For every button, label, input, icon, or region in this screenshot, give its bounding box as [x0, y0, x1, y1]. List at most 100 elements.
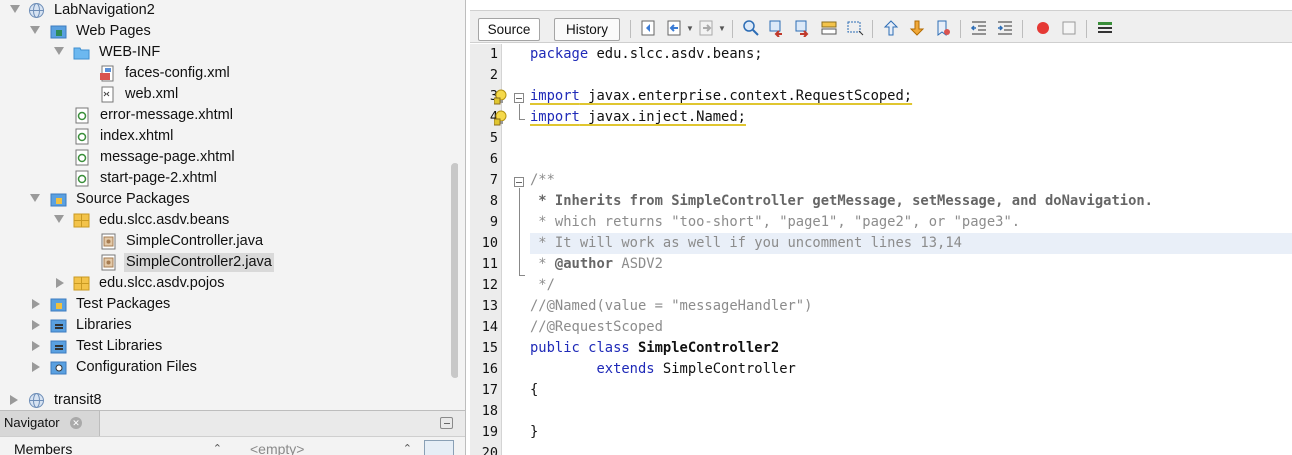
previous-bookmark-icon[interactable]	[882, 19, 900, 37]
tree-node-test-packages[interactable]: Test Packages	[0, 294, 458, 315]
line-number: 13	[481, 298, 498, 314]
navigator-tab-label: Navigator	[4, 415, 60, 430]
expand-arrow-icon[interactable]	[30, 26, 40, 34]
code-line-3: import javax.enterprise.context.RequestS…	[530, 86, 1292, 107]
tree-label: WEB-INF	[99, 44, 161, 60]
collapse-arrow-icon[interactable]	[32, 320, 40, 330]
toolbar-separator	[1022, 20, 1023, 38]
tree-node-message-page[interactable]: message-page.xhtml	[0, 147, 458, 168]
tree-label: Test Packages	[76, 296, 171, 312]
collapse-arrow-icon[interactable]	[32, 341, 40, 351]
package-icon	[73, 276, 90, 291]
tree-scrollbar[interactable]	[451, 163, 458, 378]
code-line-8: * Inherits from SimpleController getMess…	[530, 193, 1153, 209]
expand-arrow-icon[interactable]	[54, 215, 64, 223]
tree-label: SimpleController2.java	[124, 253, 274, 272]
code-line-9: * which returns "too-short", "page1", "p…	[530, 214, 1021, 230]
line-number: 14	[481, 319, 498, 335]
fold-toggle-icon[interactable]	[514, 93, 524, 103]
tree-node-start-page-2[interactable]: start-page-2.xhtml	[0, 168, 458, 189]
tree-node-libraries[interactable]: Libraries	[0, 315, 458, 336]
tree-node-index[interactable]: index.xhtml	[0, 126, 458, 147]
filter-dropdown-value: <empty>	[250, 441, 305, 455]
tree-node-transit8[interactable]: transit8	[0, 390, 458, 410]
tab-source[interactable]: Source	[478, 18, 540, 41]
toggle-highlight-icon[interactable]	[820, 19, 838, 37]
filter-dropdown[interactable]: <empty> ⌃	[238, 439, 418, 455]
line-number: 8	[489, 193, 498, 209]
lightbulb-warning-icon[interactable]	[494, 89, 508, 105]
chevron-down-icon[interactable]: ▼	[686, 24, 694, 33]
find-next-icon[interactable]	[794, 19, 812, 37]
stop-macro-icon[interactable]	[1060, 19, 1078, 37]
next-bookmark-icon[interactable]	[908, 19, 926, 37]
code-keyword: import	[530, 109, 580, 125]
navigator-panel: Navigator ✕ Members ⌃ <empty> ⌃	[0, 410, 465, 455]
toggle-rect-selection-icon[interactable]	[846, 19, 864, 37]
tree-node-simplecontroller2[interactable]: SimpleController2.java	[0, 252, 458, 273]
test-libraries-icon	[50, 340, 67, 354]
expand-arrow-icon[interactable]	[30, 194, 40, 202]
tree-node-test-libraries[interactable]: Test Libraries	[0, 336, 458, 357]
back-icon[interactable]	[666, 19, 684, 37]
tree-label: Configuration Files	[76, 359, 197, 375]
expand-arrow-icon[interactable]	[54, 47, 64, 55]
line-number-gutter: 1 2 3 4 5 6 7 8 9 10 11 12 13 14 15 16 1…	[470, 44, 502, 455]
navigator-options-button[interactable]	[424, 440, 454, 455]
tree-label: faces-config.xml	[125, 65, 230, 81]
chevron-down-icon[interactable]: ▼	[718, 24, 726, 33]
tree-node-web-pages[interactable]: Web Pages	[0, 21, 458, 42]
line-number: 7	[489, 172, 498, 188]
tab-navigator[interactable]: Navigator ✕	[0, 411, 100, 436]
globe-icon	[29, 393, 44, 408]
minimize-icon[interactable]	[440, 417, 453, 429]
collapse-arrow-icon[interactable]	[32, 362, 40, 372]
find-selection-icon[interactable]	[742, 19, 760, 37]
code-keyword: public class	[530, 340, 638, 356]
lightbulb-warning-icon[interactable]	[494, 110, 508, 126]
tree-node-project[interactable]: LabNavigation2	[0, 0, 458, 21]
line-number: 17	[481, 382, 498, 398]
code-area[interactable]: package edu.slcc.asdv.beans; import java…	[530, 44, 1292, 455]
tree-node-error-message[interactable]: error-message.xhtml	[0, 105, 458, 126]
tab-history[interactable]: History	[554, 18, 620, 41]
code-line-13: //@Named(value = "messageHandler")	[530, 298, 813, 314]
toggle-bookmark-icon[interactable]	[934, 19, 952, 37]
tree-label: web.xml	[125, 86, 179, 102]
tree-node-web-inf[interactable]: WEB-INF	[0, 42, 458, 63]
tree-node-beans-package[interactable]: edu.slcc.asdv.beans	[0, 210, 458, 231]
collapse-arrow-icon[interactable]	[56, 278, 64, 288]
fold-toggle-icon[interactable]	[514, 177, 524, 187]
toolbar-separator	[872, 20, 873, 38]
navigator-toolbar: Members ⌃ <empty> ⌃	[0, 436, 465, 455]
chevron-updown-icon: ⌃	[212, 443, 222, 455]
start-macro-icon[interactable]	[1034, 19, 1052, 37]
tree-node-configuration-files[interactable]: Configuration Files	[0, 357, 458, 378]
shift-left-icon[interactable]	[970, 19, 988, 37]
tree-node-faces-config[interactable]: faces-config.xml	[0, 63, 458, 84]
code-line-4: import javax.inject.Named;	[530, 107, 1292, 128]
tree-node-pojos-package[interactable]: edu.slcc.asdv.pojos	[0, 273, 458, 294]
collapse-arrow-icon[interactable]	[32, 299, 40, 309]
find-previous-icon[interactable]	[768, 19, 786, 37]
last-edit-icon[interactable]	[640, 19, 658, 37]
tree-node-source-packages[interactable]: Source Packages	[0, 189, 458, 210]
tree-node-simplecontroller[interactable]: SimpleController.java	[0, 231, 458, 252]
tree-node-web-xml[interactable]: web.xml	[0, 84, 458, 105]
forward-icon[interactable]	[698, 19, 716, 37]
line-number: 12	[481, 277, 498, 293]
line-number: 19	[481, 424, 498, 440]
toolbar-separator	[960, 20, 961, 38]
comment-icon[interactable]	[1096, 19, 1114, 37]
code-text: *	[530, 256, 555, 272]
shift-right-icon[interactable]	[996, 19, 1014, 37]
collapse-arrow-icon[interactable]	[10, 395, 18, 405]
members-dropdown[interactable]: Members ⌃	[10, 439, 228, 455]
line-number: 15	[481, 340, 498, 356]
code-keyword: import	[530, 88, 580, 104]
expand-arrow-icon[interactable]	[10, 5, 20, 13]
globe-icon	[29, 3, 44, 18]
code-line-16: extends SimpleController	[530, 359, 1292, 380]
fold-line	[519, 104, 520, 119]
close-icon[interactable]: ✕	[70, 417, 82, 429]
